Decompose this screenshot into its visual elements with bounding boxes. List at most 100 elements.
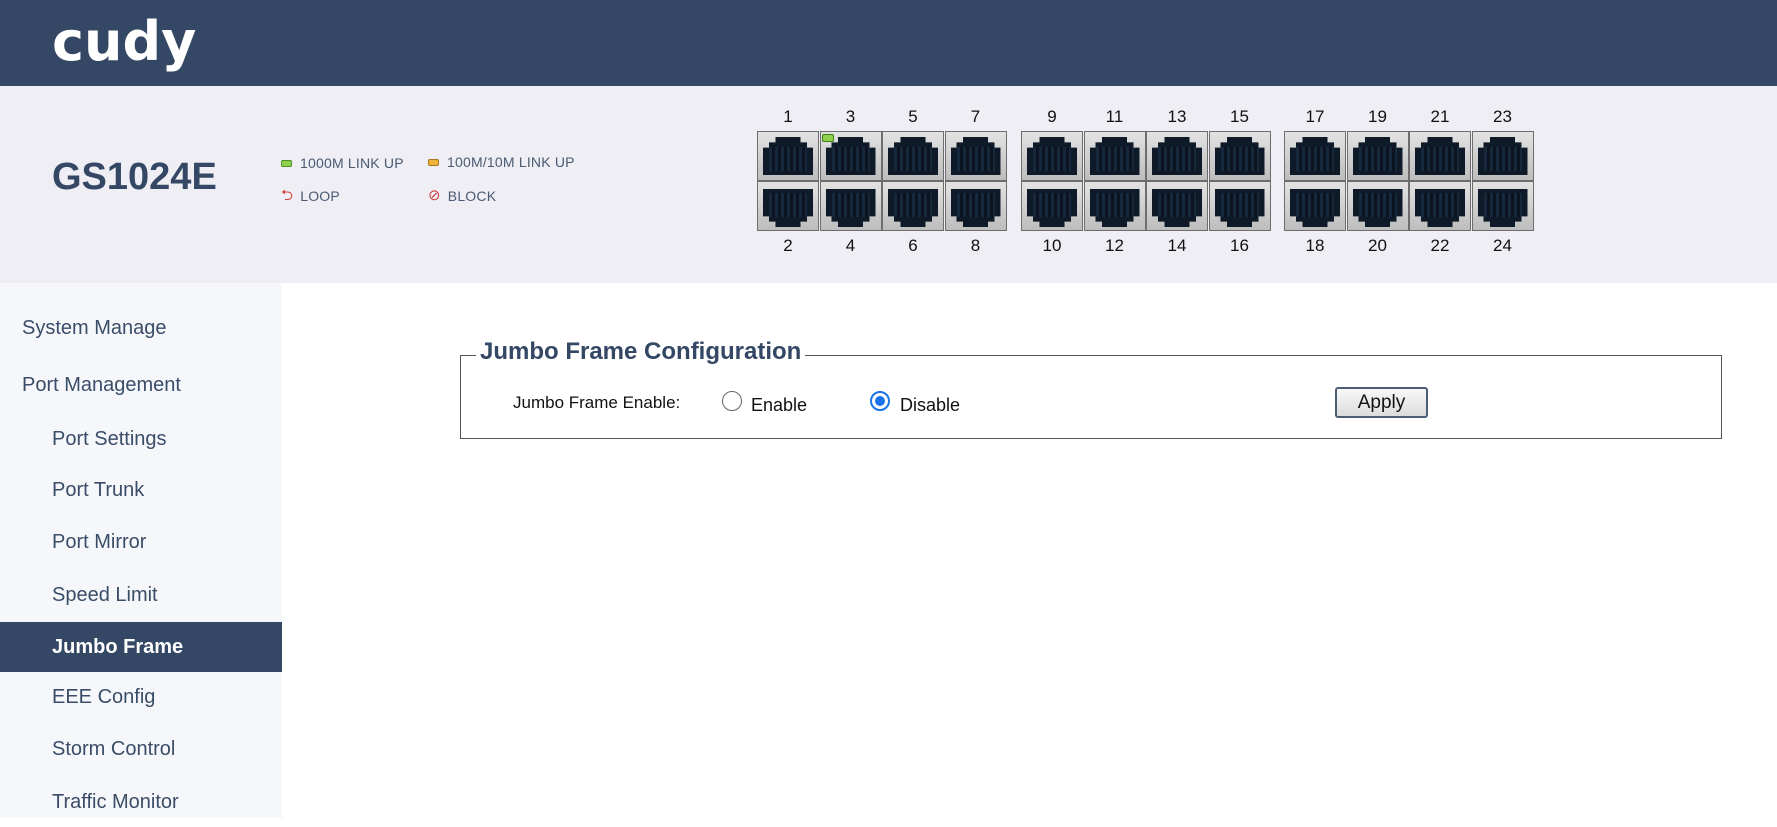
enable-radio-label[interactable]: Enable <box>751 395 807 416</box>
rj45-port-icon <box>763 189 813 227</box>
port-number-label: 7 <box>970 107 981 126</box>
rj45-port-icon <box>1027 189 1077 227</box>
rj45-port-icon <box>1214 137 1265 175</box>
sidebar-item-port-mirror[interactable]: Port Mirror <box>0 517 282 567</box>
legend-100m-label: 100M/10M LINK UP <box>447 154 575 170</box>
ethernet-port-2[interactable] <box>757 181 819 231</box>
ethernet-port-7[interactable] <box>944 131 1007 181</box>
port-number-label: 4 <box>845 236 856 255</box>
rj45-port-icon <box>888 137 938 175</box>
rj45-port-icon <box>1214 189 1265 227</box>
ethernet-port-6[interactable] <box>882 181 944 231</box>
disable-radio-label[interactable]: Disable <box>900 395 960 416</box>
sidebar-item-system-manage[interactable]: System Manage <box>0 303 282 353</box>
port-number-label: 23 <box>1493 107 1512 126</box>
rj45-port-icon <box>1477 137 1528 175</box>
rj45-port-icon <box>1352 137 1403 175</box>
ethernet-port-9[interactable] <box>1021 131 1083 181</box>
port-number-label: 22 <box>1430 236 1450 255</box>
sidebar-item-traffic-monitor[interactable]: Traffic Monitor <box>0 777 282 827</box>
legend-loop: ⮌ LOOP <box>281 188 340 204</box>
port-number-label: 1 <box>783 107 793 126</box>
section-title: Jumbo Frame Configuration <box>476 338 806 366</box>
rj45-port-icon <box>825 137 876 175</box>
port-number-label: 8 <box>970 236 981 255</box>
port-number-label: 2 <box>783 236 793 255</box>
jumbo-frame-enable-label: Jumbo Frame Enable: <box>513 393 681 412</box>
sidebar-item-eee-config[interactable]: EEE Config <box>0 672 282 722</box>
ethernet-port-23[interactable] <box>1471 131 1534 181</box>
rj45-port-icon <box>950 189 1001 227</box>
cudy-logo[interactable]: cudy <box>52 10 196 74</box>
ethernet-port-15[interactable] <box>1208 131 1271 181</box>
ethernet-port-20[interactable] <box>1346 181 1409 231</box>
rj45-port-icon <box>1152 189 1202 227</box>
rj45-port-icon <box>1089 137 1140 175</box>
ethernet-port-1[interactable] <box>757 131 819 181</box>
rj45-port-icon <box>1415 189 1465 227</box>
legend-1000m-link: 1000M LINK UP <box>281 155 404 171</box>
ethernet-port-4[interactable] <box>819 181 882 231</box>
sidebar-item-port-settings[interactable]: Port Settings <box>0 414 282 464</box>
rj45-port-icon <box>950 137 1001 175</box>
port-number-label: 14 <box>1167 236 1187 255</box>
sidebar-item-speed-limit[interactable]: Speed Limit <box>0 570 282 620</box>
port-number-label: 21 <box>1430 107 1450 126</box>
port-number-label: 5 <box>908 107 918 126</box>
ethernet-port-18[interactable] <box>1284 181 1346 231</box>
ethernet-port-8[interactable] <box>944 181 1007 231</box>
ethernet-port-11[interactable] <box>1083 131 1146 181</box>
port-number-label: 9 <box>1047 107 1057 126</box>
port-number-label: 17 <box>1305 107 1325 126</box>
ethernet-port-13[interactable] <box>1146 131 1208 181</box>
port-number-label: 6 <box>908 236 918 255</box>
ethernet-port-12[interactable] <box>1083 181 1146 231</box>
ethernet-port-10[interactable] <box>1021 181 1083 231</box>
port-number-label: 10 <box>1042 236 1062 255</box>
loop-icon: ⮌ <box>281 187 294 204</box>
rj45-port-icon <box>1290 137 1340 175</box>
enable-radio[interactable] <box>722 391 742 411</box>
sidebar: System Manage Port Management Port Setti… <box>0 283 282 818</box>
amber-led-icon <box>428 158 439 166</box>
apply-button[interactable]: Apply <box>1335 387 1428 418</box>
port-number-label: 15 <box>1230 107 1249 126</box>
device-model: GS1024E <box>52 156 217 198</box>
green-led-icon <box>281 159 292 167</box>
ethernet-port-19[interactable] <box>1346 131 1409 181</box>
rj45-port-icon <box>1027 137 1077 175</box>
top-bar: cudy <box>0 0 1777 86</box>
sidebar-item-port-trunk[interactable]: Port Trunk <box>0 465 282 515</box>
ethernet-port-14[interactable] <box>1146 181 1208 231</box>
ethernet-port-17[interactable] <box>1284 131 1346 181</box>
legend-block-label: BLOCK <box>447 188 497 204</box>
disable-radio[interactable] <box>870 391 890 411</box>
rj45-port-icon <box>888 189 938 227</box>
sidebar-item-storm-control[interactable]: Storm Control <box>0 724 282 774</box>
legend-block: ⊘ BLOCK <box>428 188 496 204</box>
rj45-port-icon <box>1152 137 1202 175</box>
port-number-label: 18 <box>1305 236 1325 255</box>
legend-1000m-label: 1000M LINK UP <box>300 155 404 171</box>
sidebar-item-port-management[interactable]: Port Management <box>0 360 282 410</box>
port-number-label: 20 <box>1368 236 1387 255</box>
rj45-port-icon <box>1352 189 1403 227</box>
port-number-label: 16 <box>1230 236 1249 255</box>
link-led-icon <box>821 134 834 142</box>
ethernet-port-3[interactable] <box>819 131 882 181</box>
ethernet-port-21[interactable] <box>1409 131 1471 181</box>
port-number-label: 11 <box>1105 107 1124 126</box>
legend-100m-link: 100M/10M LINK UP <box>428 154 575 170</box>
rj45-port-icon <box>1415 137 1465 175</box>
ethernet-port-22[interactable] <box>1409 181 1471 231</box>
device-panel: GS1024E 1000M LINK UP 100M/10M LINK UP ⮌… <box>0 86 1777 283</box>
ethernet-port-24[interactable] <box>1471 181 1534 231</box>
port-number-label: 3 <box>845 107 856 126</box>
sidebar-item-jumbo-frame[interactable]: Jumbo Frame <box>0 622 282 672</box>
ethernet-port-16[interactable] <box>1208 181 1271 231</box>
block-icon: ⊘ <box>428 187 441 204</box>
legend-loop-label: LOOP <box>300 188 340 204</box>
ethernet-port-5[interactable] <box>882 131 944 181</box>
rj45-port-icon <box>1089 189 1140 227</box>
port-number-label: 19 <box>1368 107 1387 126</box>
